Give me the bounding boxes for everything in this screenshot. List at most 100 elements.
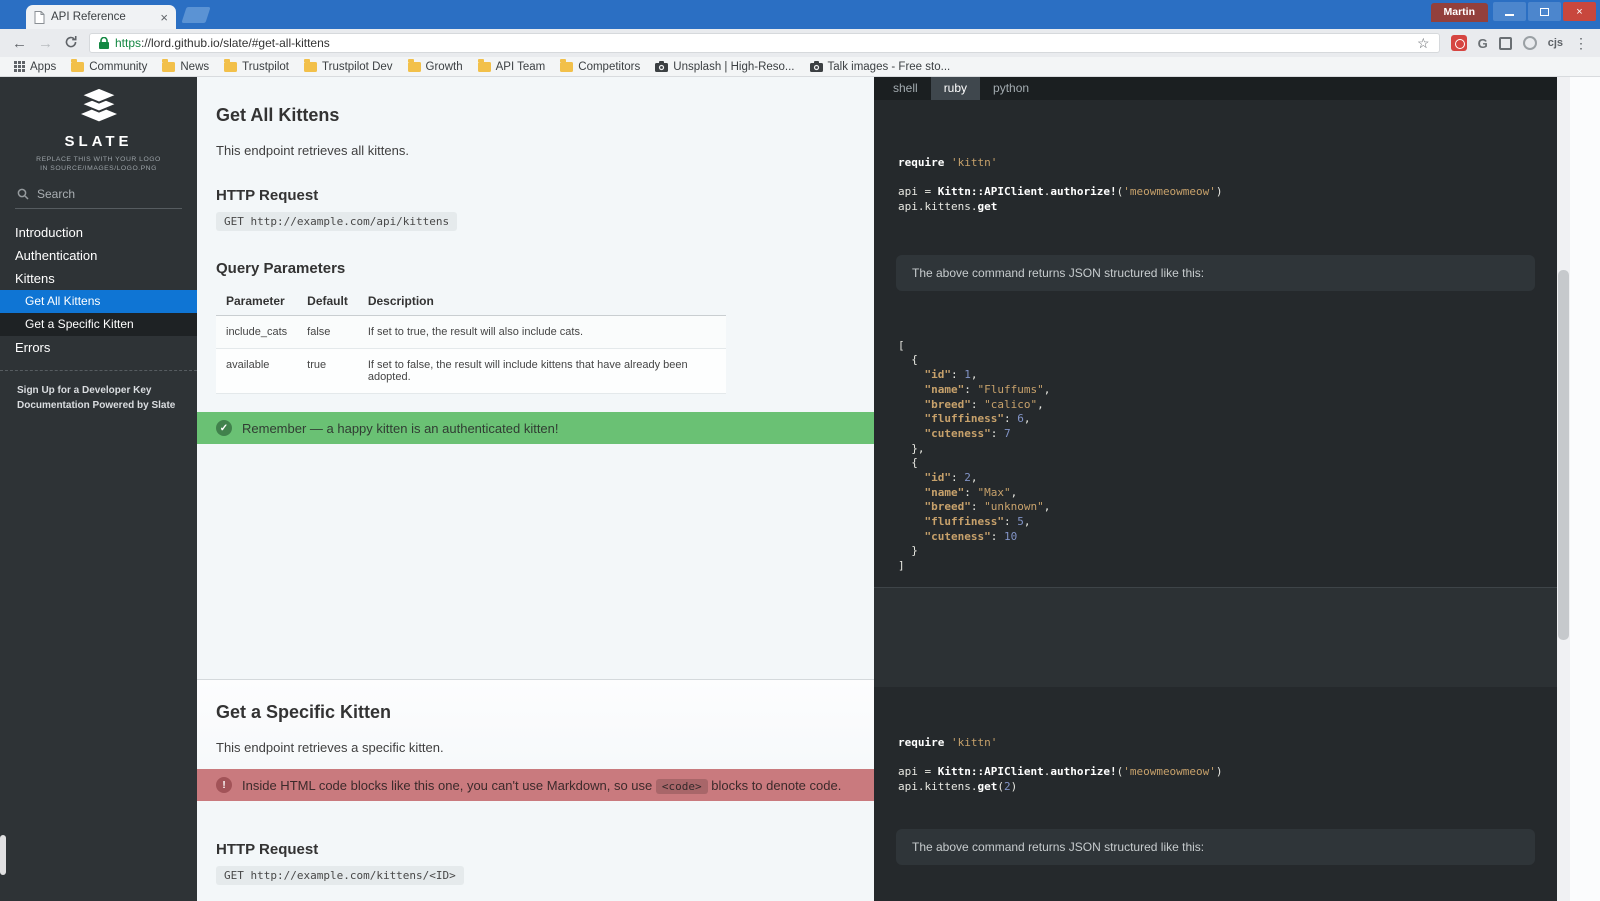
lang-tab-shell[interactable]: shell xyxy=(880,77,931,100)
logo-title: SLATE xyxy=(64,133,133,150)
inline-code-chip: <code> xyxy=(655,778,708,794)
bookmark-label: Trustpilot Dev xyxy=(322,60,393,73)
lang-tab-python[interactable]: python xyxy=(980,77,1042,100)
code-annotation: The above command returns JSON structure… xyxy=(896,828,1535,865)
url-scheme: https xyxy=(115,36,142,50)
bookmark-star-icon[interactable]: ☆ xyxy=(1417,35,1430,52)
extension-icon[interactable] xyxy=(1522,36,1537,50)
cjs-extension-icon[interactable]: cjs xyxy=(1548,37,1563,49)
screenshot-extension-icon[interactable] xyxy=(1498,36,1512,50)
profile-badge[interactable]: Martin xyxy=(1430,3,1488,22)
http-request-heading: HTTP Request xyxy=(216,187,319,204)
language-tabs: shell ruby python xyxy=(874,77,1557,100)
code-line: { xyxy=(898,456,918,470)
section-description: This endpoint retrieves all kittens. xyxy=(216,143,409,158)
new-tab-button[interactable] xyxy=(181,7,211,23)
tab-title: API Reference xyxy=(51,11,126,23)
close-button[interactable]: × xyxy=(1563,2,1596,21)
g-extension-icon[interactable]: G xyxy=(1478,36,1488,51)
minimize-icon xyxy=(1505,14,1514,16)
bookmark-talk-images-free-sto[interactable]: Talk images - Free sto... xyxy=(804,57,957,76)
sidebar-item-errors[interactable]: Errors xyxy=(0,336,197,359)
slate-logo: SLATE REPLACE THIS WITH YOUR LOGO IN SOU… xyxy=(0,77,197,173)
section-get-a-specific-kitten: Get a Specific Kitten This endpoint retr… xyxy=(197,679,874,901)
docs-content: Get All Kittens This endpoint retrieves … xyxy=(197,77,874,901)
bookmark-news[interactable]: News xyxy=(156,57,215,76)
browser-menu-icon[interactable]: ⋮ xyxy=(1574,35,1588,52)
sidebar-item-get-all-kittens[interactable]: Get All Kittens xyxy=(0,290,197,313)
apps-grid-icon xyxy=(14,61,25,72)
column-header-default: Default xyxy=(297,289,358,316)
sidebar-scrollbar-thumb[interactable] xyxy=(0,835,6,875)
forward-icon[interactable]: → xyxy=(38,36,53,51)
bookmark-apps[interactable]: Apps xyxy=(8,57,62,76)
folder-icon xyxy=(560,58,574,72)
page-favicon-icon xyxy=(34,10,45,24)
window-titlebar: API Reference × Martin × xyxy=(0,0,1600,29)
bookmark-unsplash-high-reso[interactable]: Unsplash | High-Reso... xyxy=(649,57,800,76)
lock-icon xyxy=(99,37,109,49)
lang-tab-ruby[interactable]: ruby xyxy=(930,77,981,100)
adblock-extension-icon[interactable] xyxy=(1450,35,1467,51)
code-line: "breed": "unknown", xyxy=(924,500,1051,514)
bookmark-community[interactable]: Community xyxy=(65,57,153,76)
search-box[interactable] xyxy=(15,187,182,209)
bookmark-competitors[interactable]: Competitors xyxy=(554,57,646,76)
code-block-ruby-2: require 'kittn' api = Kittn::APIClient.a… xyxy=(874,687,1557,819)
bookmark-label: Competitors xyxy=(578,60,641,73)
code-line: require 'kittn' xyxy=(898,735,998,749)
docs-sidebar: SLATE REPLACE THIS WITH YOUR LOGO IN SOU… xyxy=(0,77,197,901)
sidebar-item-authentication[interactable]: Authentication xyxy=(0,244,197,267)
warning-banner: ! Inside HTML code blocks like this one,… xyxy=(197,769,874,801)
code-line: api.kittens.get xyxy=(898,200,998,214)
url-bar[interactable]: https ://lord.github.io/slate/#get-all-k… xyxy=(89,33,1440,53)
column-header-description: Description xyxy=(357,289,726,316)
code-line: api = Kittn::APIClient.authorize!('meowm… xyxy=(898,185,1223,199)
bookmark-label: Talk images - Free sto... xyxy=(827,60,951,73)
tab-close-icon[interactable]: × xyxy=(160,11,168,24)
powered-by-link[interactable]: Documentation Powered by Slate xyxy=(17,398,180,413)
sidebar-item-get-a-specific-kitten[interactable]: Get a Specific Kitten xyxy=(0,313,197,336)
table-cell: available xyxy=(216,348,298,394)
page-content: SLATE REPLACE THIS WITH YOUR LOGO IN SOU… xyxy=(0,77,1600,901)
code-line: ] xyxy=(898,559,905,573)
query-parameters-heading: Query Parameters xyxy=(216,260,346,277)
bookmark-api-team[interactable]: API Team xyxy=(472,57,552,76)
minimize-button[interactable] xyxy=(1493,2,1526,21)
check-icon: ✓ xyxy=(216,420,232,436)
back-icon[interactable]: ← xyxy=(12,36,27,51)
maximize-button[interactable] xyxy=(1528,2,1561,21)
section-title: Get a Specific Kitten xyxy=(216,702,392,722)
maximize-icon xyxy=(1540,7,1549,16)
column-header-parameter: Parameter xyxy=(216,289,298,316)
search-icon xyxy=(17,188,29,200)
code-line: "name": "Max", xyxy=(924,485,1018,499)
bookmark-label: Trustpilot xyxy=(242,60,290,73)
code-block-json-response: [ { "id": 1, "name": "Fluffums", "breed"… xyxy=(874,291,1557,587)
code-line: api.kittens.get(2) xyxy=(898,779,1018,793)
table-cell: true xyxy=(297,348,358,394)
browser-tab[interactable]: API Reference × xyxy=(26,5,176,29)
code-line: "cuteness": 7 xyxy=(924,426,1011,440)
success-banner-text: Remember — a happy kitten is an authenti… xyxy=(242,420,559,436)
page-scrollbar[interactable] xyxy=(1557,77,1570,901)
sidebar-item-kittens[interactable]: Kittens xyxy=(0,267,197,290)
scrollbar-thumb[interactable] xyxy=(1558,270,1569,640)
folder-icon xyxy=(71,58,85,72)
section-description: This endpoint retrieves a specific kitte… xyxy=(216,740,444,755)
section-get-all-kittens: Get All Kittens This endpoint retrieves … xyxy=(197,77,874,679)
bookmark-trustpilot-dev[interactable]: Trustpilot Dev xyxy=(298,57,399,76)
bookmarks-bar: Apps Community News Trustpilot Trustpilot De… xyxy=(0,57,1600,77)
slate-logo-icon xyxy=(77,86,120,122)
table-row: include_cats false If set to true, the res… xyxy=(216,315,726,349)
sidebar-item-introduction[interactable]: Introduction xyxy=(0,221,197,244)
refresh-icon[interactable] xyxy=(64,35,78,52)
table-cell: If set to false, the result will include… xyxy=(357,348,726,394)
http-request-heading: HTTP Request xyxy=(216,841,319,858)
bookmark-trustpilot[interactable]: Trustpilot xyxy=(218,57,295,76)
signup-link[interactable]: Sign Up for a Developer Key xyxy=(17,383,180,398)
search-input[interactable] xyxy=(37,187,167,201)
code-line: "id": 2, xyxy=(924,470,978,484)
bookmark-growth[interactable]: Growth xyxy=(402,57,469,76)
code-block-ruby-1: require 'kittn' api = Kittn::APIClient.a… xyxy=(874,100,1557,239)
